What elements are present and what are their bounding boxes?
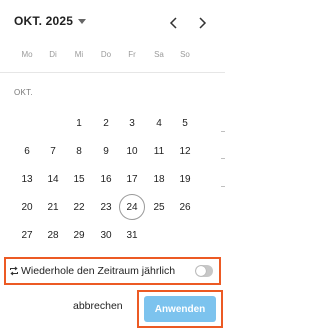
apply-button[interactable]: Anwenden	[144, 296, 216, 322]
day-cell[interactable]: 26	[172, 194, 198, 220]
day-cell[interactable]: 17	[119, 166, 145, 192]
weekday-label: Fr	[128, 50, 136, 59]
day-cell[interactable]: 20	[14, 194, 40, 220]
scroll-edge-mark	[221, 158, 225, 159]
day-cell[interactable]: 1	[66, 110, 92, 136]
calendar-header: OKT. 2025	[0, 0, 225, 44]
scroll-edge-mark	[221, 186, 225, 187]
day-cell[interactable]: 16	[93, 166, 119, 192]
weekday-label: Mi	[74, 50, 84, 59]
day-cell[interactable]: 21	[40, 194, 66, 220]
day-cell[interactable]: 28	[40, 222, 66, 248]
next-month-button[interactable]	[192, 13, 212, 33]
month-year-selector[interactable]: OKT. 2025	[14, 14, 87, 28]
cancel-button[interactable]: abbrechen	[73, 300, 123, 312]
day-cell[interactable]: 3	[119, 110, 145, 136]
day-cell[interactable]: 10	[119, 138, 145, 164]
repeat-yearly-toggle[interactable]	[195, 265, 213, 277]
repeat-yearly-label: Wiederhole den Zeitraum jährlich	[21, 265, 176, 277]
month-year-label: OKT. 2025	[14, 14, 74, 28]
weekday-label: So	[180, 50, 190, 59]
day-cell[interactable]: 22	[66, 194, 92, 220]
toggle-knob	[196, 266, 206, 276]
day-cell[interactable]: 13	[14, 166, 40, 192]
day-cell[interactable]: 5	[172, 110, 198, 136]
day-cell[interactable]: 27	[14, 222, 40, 248]
day-cell[interactable]: 30	[93, 222, 119, 248]
day-cell[interactable]: 31	[119, 222, 145, 248]
repeat-yearly-row: Wiederhole den Zeitraum jährlich	[4, 257, 221, 285]
day-cell[interactable]: 14	[40, 166, 66, 192]
repeat-icon	[9, 266, 19, 276]
previous-month-button[interactable]	[164, 13, 184, 33]
day-cell[interactable]: 8	[66, 138, 92, 164]
day-cell[interactable]: 11	[146, 138, 172, 164]
dialog-footer: abbrechen Anwenden	[0, 290, 225, 331]
day-cell-today[interactable]: 24	[119, 194, 145, 220]
day-cell[interactable]: 2	[93, 110, 119, 136]
scroll-edge-mark	[221, 131, 225, 132]
dropdown-caret-icon	[78, 18, 87, 24]
day-cell[interactable]: 23	[93, 194, 119, 220]
day-cell[interactable]: 19	[172, 166, 198, 192]
day-cell[interactable]: 25	[146, 194, 172, 220]
day-cell[interactable]: 6	[14, 138, 40, 164]
month-section-label: OKT.	[14, 88, 33, 97]
day-cell[interactable]: 12	[172, 138, 198, 164]
weekday-label: Mo	[21, 50, 33, 59]
day-cell[interactable]: 4	[146, 110, 172, 136]
header-divider	[0, 72, 225, 73]
chevron-left-icon	[169, 17, 177, 29]
weekday-label: Do	[100, 50, 112, 59]
day-cell[interactable]: 15	[66, 166, 92, 192]
day-cell[interactable]: 29	[66, 222, 92, 248]
weekday-header-row: Mo Di Mi Do Fr Sa So	[0, 50, 225, 64]
chevron-right-icon	[199, 17, 207, 29]
day-cell[interactable]: 18	[146, 166, 172, 192]
day-cell[interactable]: 9	[93, 138, 119, 164]
weekday-label: Sa	[154, 50, 164, 59]
day-cell[interactable]: 7	[40, 138, 66, 164]
weekday-label: Di	[49, 50, 57, 59]
calendar-day-grid: 1 2 3 4 5 6 7 8 9 10 11 12 13 14 15 16 17 18 19 20 21 22 23 24 2…	[0, 110, 225, 250]
apply-button-highlight: Anwenden	[137, 290, 223, 328]
